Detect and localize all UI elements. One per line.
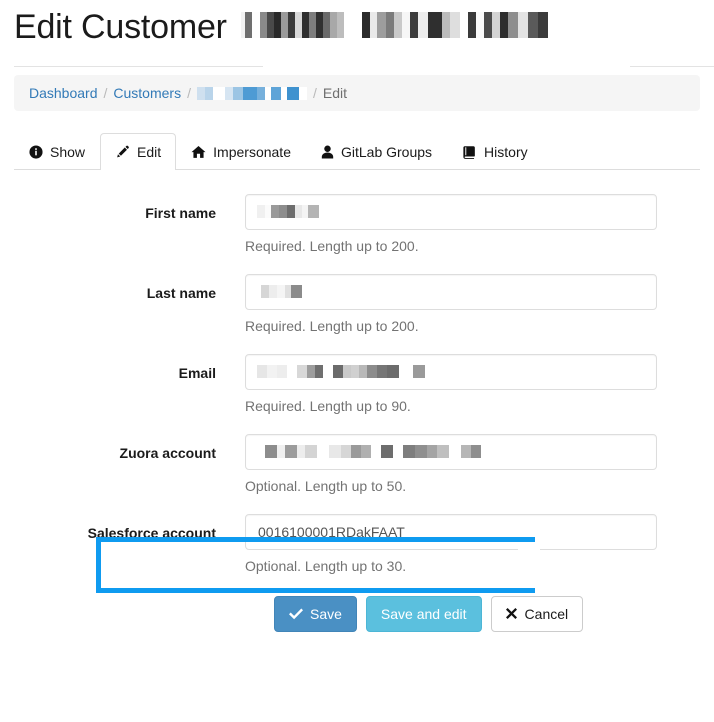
pencil-icon	[115, 145, 130, 159]
help-text-salesforce-account: Optional. Length up to 30.	[245, 558, 407, 574]
close-icon	[505, 608, 518, 620]
form-row-last-name: Last name Required. Length up to 200.	[0, 274, 714, 354]
save-and-edit-button-label: Save and edit	[380, 606, 467, 622]
breadcrumb-item-dashboard[interactable]: Dashboard	[29, 85, 98, 101]
form-row-email: Email Required. Length up to 90.	[0, 354, 714, 434]
save-and-edit-button[interactable]: Save and edit	[365, 596, 482, 632]
label-email: Email	[178, 365, 216, 381]
redacted-zuora-account-value	[257, 445, 481, 458]
book-icon	[462, 145, 477, 159]
salesforce-account-input[interactable]	[245, 514, 657, 550]
form-row-salesforce-account: Salesforce account Optional. Length up t…	[0, 514, 714, 594]
field-wrap-email: Required. Length up to 90.	[245, 354, 714, 434]
tab-edit[interactable]: Edit	[100, 133, 177, 170]
breadcrumb-separator: /	[312, 85, 317, 101]
redacted-email-value	[257, 365, 433, 378]
cancel-button-label: Cancel	[524, 606, 569, 622]
home-icon	[191, 145, 206, 159]
field-wrap-last-name: Required. Length up to 200.	[245, 274, 714, 354]
info-circle-icon	[29, 145, 43, 159]
field-wrap-first-name: Required. Length up to 200.	[245, 194, 714, 274]
save-button[interactable]: Save	[274, 596, 357, 632]
save-button-label: Save	[310, 606, 342, 622]
help-text-last-name: Required. Length up to 200.	[245, 318, 419, 334]
redacted-first-name-value	[257, 205, 319, 218]
tab-history[interactable]: History	[447, 133, 543, 170]
help-text-email: Required. Length up to 90.	[245, 398, 411, 414]
tab-bar: Show Edit Impersonate GitLab Groups Hist	[14, 133, 700, 170]
tab-label: GitLab Groups	[340, 144, 433, 160]
tab-label: Edit	[137, 144, 162, 160]
field-wrap-zuora-account: Optional. Length up to 50.	[245, 434, 714, 514]
tab-label: History	[484, 144, 528, 160]
form-row-first-name: First name Required. Length up to 200.	[0, 194, 714, 274]
label-first-name: First name	[145, 205, 216, 221]
label-salesforce-account: Salesforce account	[87, 525, 216, 541]
check-icon	[289, 608, 303, 620]
field-wrap-salesforce-account: Optional. Length up to 30.	[245, 514, 714, 594]
breadcrumb-separator: /	[103, 85, 108, 101]
label-zuora-account: Zuora account	[119, 445, 216, 461]
header-divider-right	[630, 66, 714, 67]
cancel-button[interactable]: Cancel	[490, 596, 584, 632]
tab-gitlab-groups[interactable]: GitLab Groups	[306, 133, 447, 170]
tab-show[interactable]: Show	[14, 133, 100, 170]
page-header: Edit Customer	[0, 0, 714, 75]
form-actions: Save Save and edit Cancel	[0, 596, 714, 632]
tab-label: Show	[50, 144, 86, 160]
breadcrumb-separator: /	[187, 85, 191, 101]
breadcrumb-item-customer-redacted[interactable]	[196, 86, 307, 100]
breadcrumb-item-edit: Edit	[322, 85, 347, 101]
page-title-row: Edit Customer	[14, 6, 700, 56]
breadcrumb-item-customers[interactable]: Customers	[113, 85, 181, 101]
redacted-customer-name	[240, 12, 348, 38]
help-text-first-name: Required. Length up to 200.	[245, 238, 419, 254]
user-icon	[321, 145, 334, 159]
last-name-input[interactable]	[245, 274, 657, 310]
header-divider-left	[14, 66, 263, 67]
breadcrumb: Dashboard / Customers / / Edit	[14, 75, 700, 111]
label-last-name: Last name	[146, 285, 216, 301]
redacted-customer-detail	[361, 12, 554, 38]
form-row-zuora-account: Zuora account Optional. Length up to 50.	[0, 434, 714, 514]
redacted-last-name-value	[257, 285, 302, 298]
help-text-zuora-account: Optional. Length up to 50.	[245, 478, 407, 494]
edit-customer-page: Edit Customer Dashboard / Customers / / …	[0, 0, 714, 722]
page-title: Edit Customer	[14, 8, 227, 46]
tab-label: Impersonate	[213, 144, 291, 160]
tab-impersonate[interactable]: Impersonate	[176, 133, 306, 170]
edit-customer-form: First name Required. Length up to 200. L…	[0, 194, 714, 632]
